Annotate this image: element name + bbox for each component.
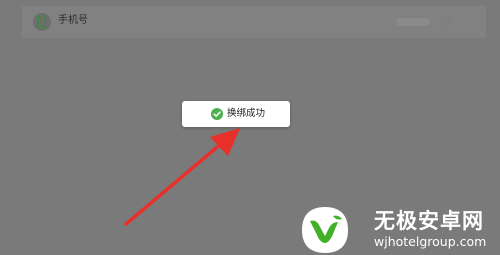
wj-logo-icon: [302, 207, 348, 253]
check-circle-icon: [211, 108, 223, 120]
watermark: 无极安卓网 wjhotelgroup.com: [300, 205, 498, 253]
toast-message: 换绑成功: [227, 108, 266, 119]
phone-number-value: [396, 18, 430, 26]
success-toast: 换绑成功: [182, 101, 290, 127]
phone-number-label: 手机号: [58, 15, 88, 26]
phone-number-row[interactable]: 手机号: [22, 6, 486, 38]
phone-icon: [33, 13, 51, 31]
watermark-title: 无极安卓网: [374, 209, 484, 233]
watermark-url: wjhotelgroup.com: [374, 234, 487, 249]
chevron-right-icon: [441, 16, 452, 27]
